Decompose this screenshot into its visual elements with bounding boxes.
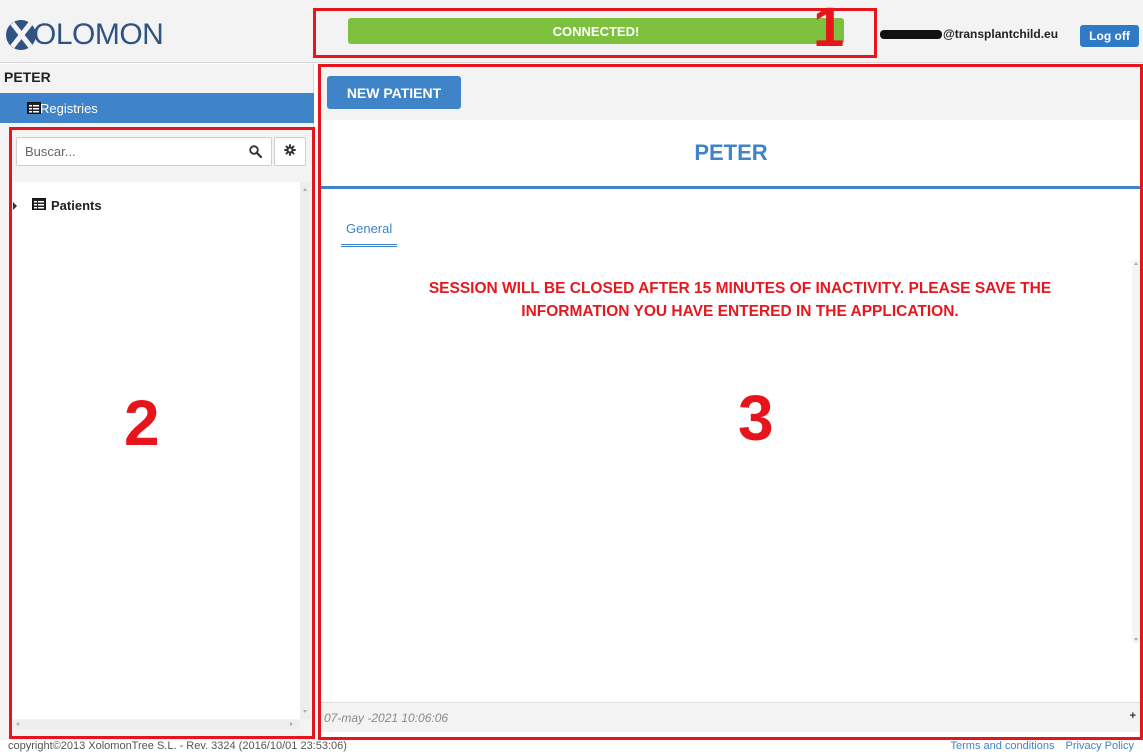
footer-links: Terms and conditions Privacy Policy [943, 740, 1134, 752]
sidebar-item-registries[interactable]: Registries [0, 93, 314, 123]
user-email-domain: @transplantchild.eu [943, 27, 1059, 41]
sidebar-title: PETER [4, 69, 51, 85]
annotation-box-3 [318, 64, 1143, 740]
privacy-link[interactable]: Privacy Policy [1066, 740, 1134, 752]
xolomon-logo[interactable]: OLOMON [6, 18, 164, 52]
copyright-text: copyright©2013 XolomonTree S.L. - Rev. 3… [8, 740, 347, 752]
redacted-username [880, 29, 942, 39]
logo-x-icon [6, 20, 36, 50]
annotation-box-1 [313, 8, 877, 58]
annotation-number-3: 3 [738, 382, 774, 454]
annotation-box-2 [9, 127, 315, 739]
logo-text: OLOMON [33, 18, 164, 51]
sidebar-item-label: Registries [40, 100, 98, 116]
page-footer: copyright©2013 XolomonTree S.L. - Rev. 3… [0, 740, 1143, 755]
logoff-button[interactable]: Log off [1080, 25, 1139, 47]
table-icon [27, 102, 41, 117]
user-email: @transplantchild.eu [880, 27, 1058, 41]
terms-link[interactable]: Terms and conditions [951, 740, 1055, 752]
annotation-number-2: 2 [124, 387, 160, 459]
annotation-number-1: 1 [813, 0, 845, 58]
